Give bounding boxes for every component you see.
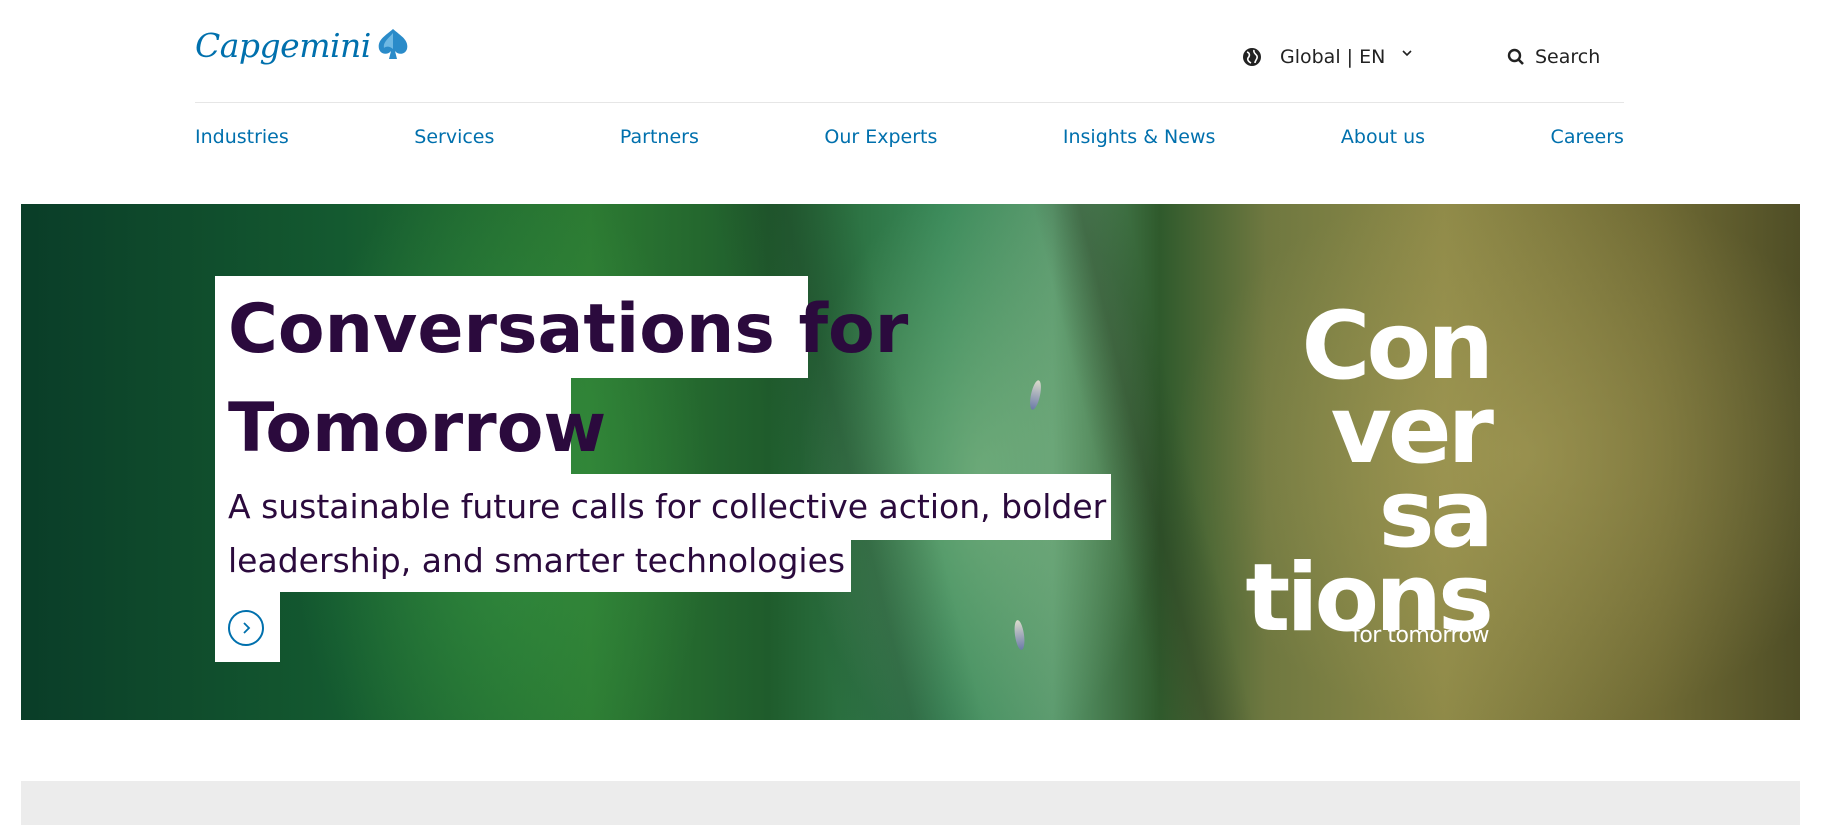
search-button[interactable]: Search (1507, 46, 1600, 68)
hero-title-line2: Tomorrow (228, 389, 607, 468)
region-selector[interactable]: Global | EN (1242, 46, 1413, 68)
nav-item-careers[interactable]: Careers (1551, 126, 1624, 148)
search-label: Search (1535, 46, 1601, 68)
nav-item-our-experts[interactable]: Our Experts (824, 126, 937, 148)
capgemini-logo[interactable]: Capgemini (195, 26, 413, 65)
globe-icon (1243, 48, 1261, 66)
spade-logo-icon (378, 28, 408, 59)
region-label: Global | EN (1280, 46, 1386, 68)
main-nav: Industries Services Partners Our Experts… (195, 126, 1624, 148)
hero-subtitle-line2: leadership, and smarter technologies (228, 541, 846, 580)
wordmark-subtitle: for tomorrow (1352, 623, 1489, 648)
nav-item-industries[interactable]: Industries (195, 126, 289, 148)
nav-item-services[interactable]: Services (414, 126, 494, 148)
kayak-image (1027, 379, 1044, 411)
logo-text: Capgemini (195, 26, 371, 65)
search-icon (1507, 48, 1524, 65)
hero-read-more-button[interactable] (228, 610, 264, 646)
chevron-right-icon (243, 622, 251, 634)
hero-title-line1: Conversations for (228, 290, 909, 369)
next-section-band (21, 781, 1800, 825)
nav-item-partners[interactable]: Partners (620, 126, 699, 148)
header-divider (195, 102, 1624, 103)
hero-subtitle-line1: A sustainable future calls for collectiv… (228, 487, 1107, 526)
chevron-down-icon (1402, 50, 1412, 57)
kayak-image (1012, 619, 1027, 651)
nav-item-about-us[interactable]: About us (1341, 126, 1425, 148)
conversations-wordmark: Con ver sa tions (1205, 300, 1494, 646)
nav-item-insights-news[interactable]: Insights & News (1063, 126, 1216, 148)
